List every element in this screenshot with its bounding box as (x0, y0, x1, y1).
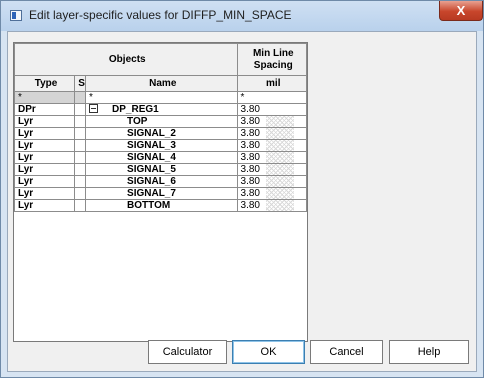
table-row: DPr DP_REG1 3.80 (13, 103, 308, 116)
dialog-window: Edit layer-specific values for DIFFP_MIN… (0, 0, 484, 378)
row-type-cell[interactable]: Lyr (13, 163, 76, 176)
window-icon (10, 10, 22, 21)
row-s-cell[interactable] (74, 151, 87, 164)
row-value-cell[interactable]: 3.80 (236, 199, 308, 212)
s-column-header[interactable]: S (74, 75, 87, 92)
filter-value-cell[interactable]: * (236, 91, 308, 104)
values-table: Objects Min Line Spacing Type S Name mil… (13, 43, 308, 212)
row-name-cell[interactable]: SIGNAL_6 (85, 175, 238, 188)
row-value-cell[interactable]: 3.80 (236, 139, 308, 152)
dialog-client-area: Objects Min Line Spacing Type S Name mil… (7, 31, 477, 372)
title-bar[interactable]: Edit layer-specific values for DIFFP_MIN… (1, 1, 483, 31)
row-name-cell[interactable]: SIGNAL_7 (85, 187, 238, 200)
row-name-cell[interactable]: SIGNAL_2 (85, 127, 238, 140)
row-s-cell[interactable] (74, 103, 87, 116)
row-type-cell[interactable]: Lyr (13, 127, 76, 140)
type-column-header[interactable]: Type (13, 75, 76, 92)
unit-header: mil (236, 75, 308, 92)
table-row: Lyr TOP 3.80 (13, 115, 308, 128)
table-row: Lyr SIGNAL_6 3.80 (13, 175, 308, 188)
name-column-header[interactable]: Name (85, 75, 238, 92)
ok-button[interactable]: OK (232, 340, 305, 364)
row-type-cell[interactable]: DPr (13, 103, 76, 116)
row-type-cell[interactable]: Lyr (13, 115, 76, 128)
help-button[interactable]: Help (389, 340, 469, 364)
row-value-cell[interactable]: 3.80 (236, 175, 308, 188)
row-name-cell[interactable]: SIGNAL_3 (85, 139, 238, 152)
row-type-cell[interactable]: Lyr (13, 139, 76, 152)
row-name-cell[interactable]: SIGNAL_5 (85, 163, 238, 176)
row-s-cell[interactable] (74, 199, 87, 212)
row-type-cell[interactable]: Lyr (13, 151, 76, 164)
filter-row: * * * (13, 91, 308, 104)
collapse-icon[interactable] (89, 104, 99, 113)
row-s-cell[interactable] (74, 175, 87, 188)
table-row: Lyr SIGNAL_7 3.80 (13, 187, 308, 200)
row-type-cell[interactable]: Lyr (13, 187, 76, 200)
row-value-cell[interactable]: 3.80 (236, 115, 308, 128)
table-row: Lyr BOTTOM 3.80 (13, 199, 308, 212)
row-type-cell[interactable]: Lyr (13, 175, 76, 188)
calculator-button[interactable]: Calculator (148, 340, 227, 364)
filter-s-cell[interactable] (74, 91, 87, 104)
table-row: Lyr SIGNAL_2 3.80 (13, 127, 308, 140)
row-name-cell[interactable]: SIGNAL_4 (85, 151, 238, 164)
objects-header[interactable]: Objects (14, 43, 238, 76)
filter-name-cell[interactable]: * (85, 91, 238, 104)
window-title: Edit layer-specific values for DIFFP_MIN… (29, 8, 292, 22)
row-name-cell[interactable]: BOTTOM (85, 199, 238, 212)
row-s-cell[interactable] (74, 115, 87, 128)
close-button[interactable]: X (439, 1, 483, 21)
row-value-cell[interactable]: 3.80 (236, 163, 308, 176)
row-s-cell[interactable] (74, 163, 87, 176)
filter-type-cell[interactable]: * (13, 91, 76, 104)
row-s-cell[interactable] (74, 139, 87, 152)
row-value-cell[interactable]: 3.80 (236, 103, 308, 116)
table-row: Lyr SIGNAL_3 3.80 (13, 139, 308, 152)
row-value-cell[interactable]: 3.80 (236, 187, 308, 200)
cancel-button[interactable]: Cancel (310, 340, 383, 364)
row-name-label: DP_REG1 (112, 104, 159, 115)
min-line-spacing-header[interactable]: Min Line Spacing (236, 43, 308, 76)
row-value-cell[interactable]: 3.80 (236, 127, 308, 140)
row-value-cell[interactable]: 3.80 (236, 151, 308, 164)
table-row: Lyr SIGNAL_5 3.80 (13, 163, 308, 176)
row-type-cell[interactable]: Lyr (13, 199, 76, 212)
row-s-cell[interactable] (74, 127, 87, 140)
row-name-cell[interactable]: TOP (85, 115, 238, 128)
spreadsheet-grid: Objects Min Line Spacing Type S Name mil… (13, 42, 308, 342)
table-row: Lyr SIGNAL_4 3.80 (13, 151, 308, 164)
row-name-cell[interactable]: DP_REG1 (85, 103, 238, 116)
row-s-cell[interactable] (74, 187, 87, 200)
